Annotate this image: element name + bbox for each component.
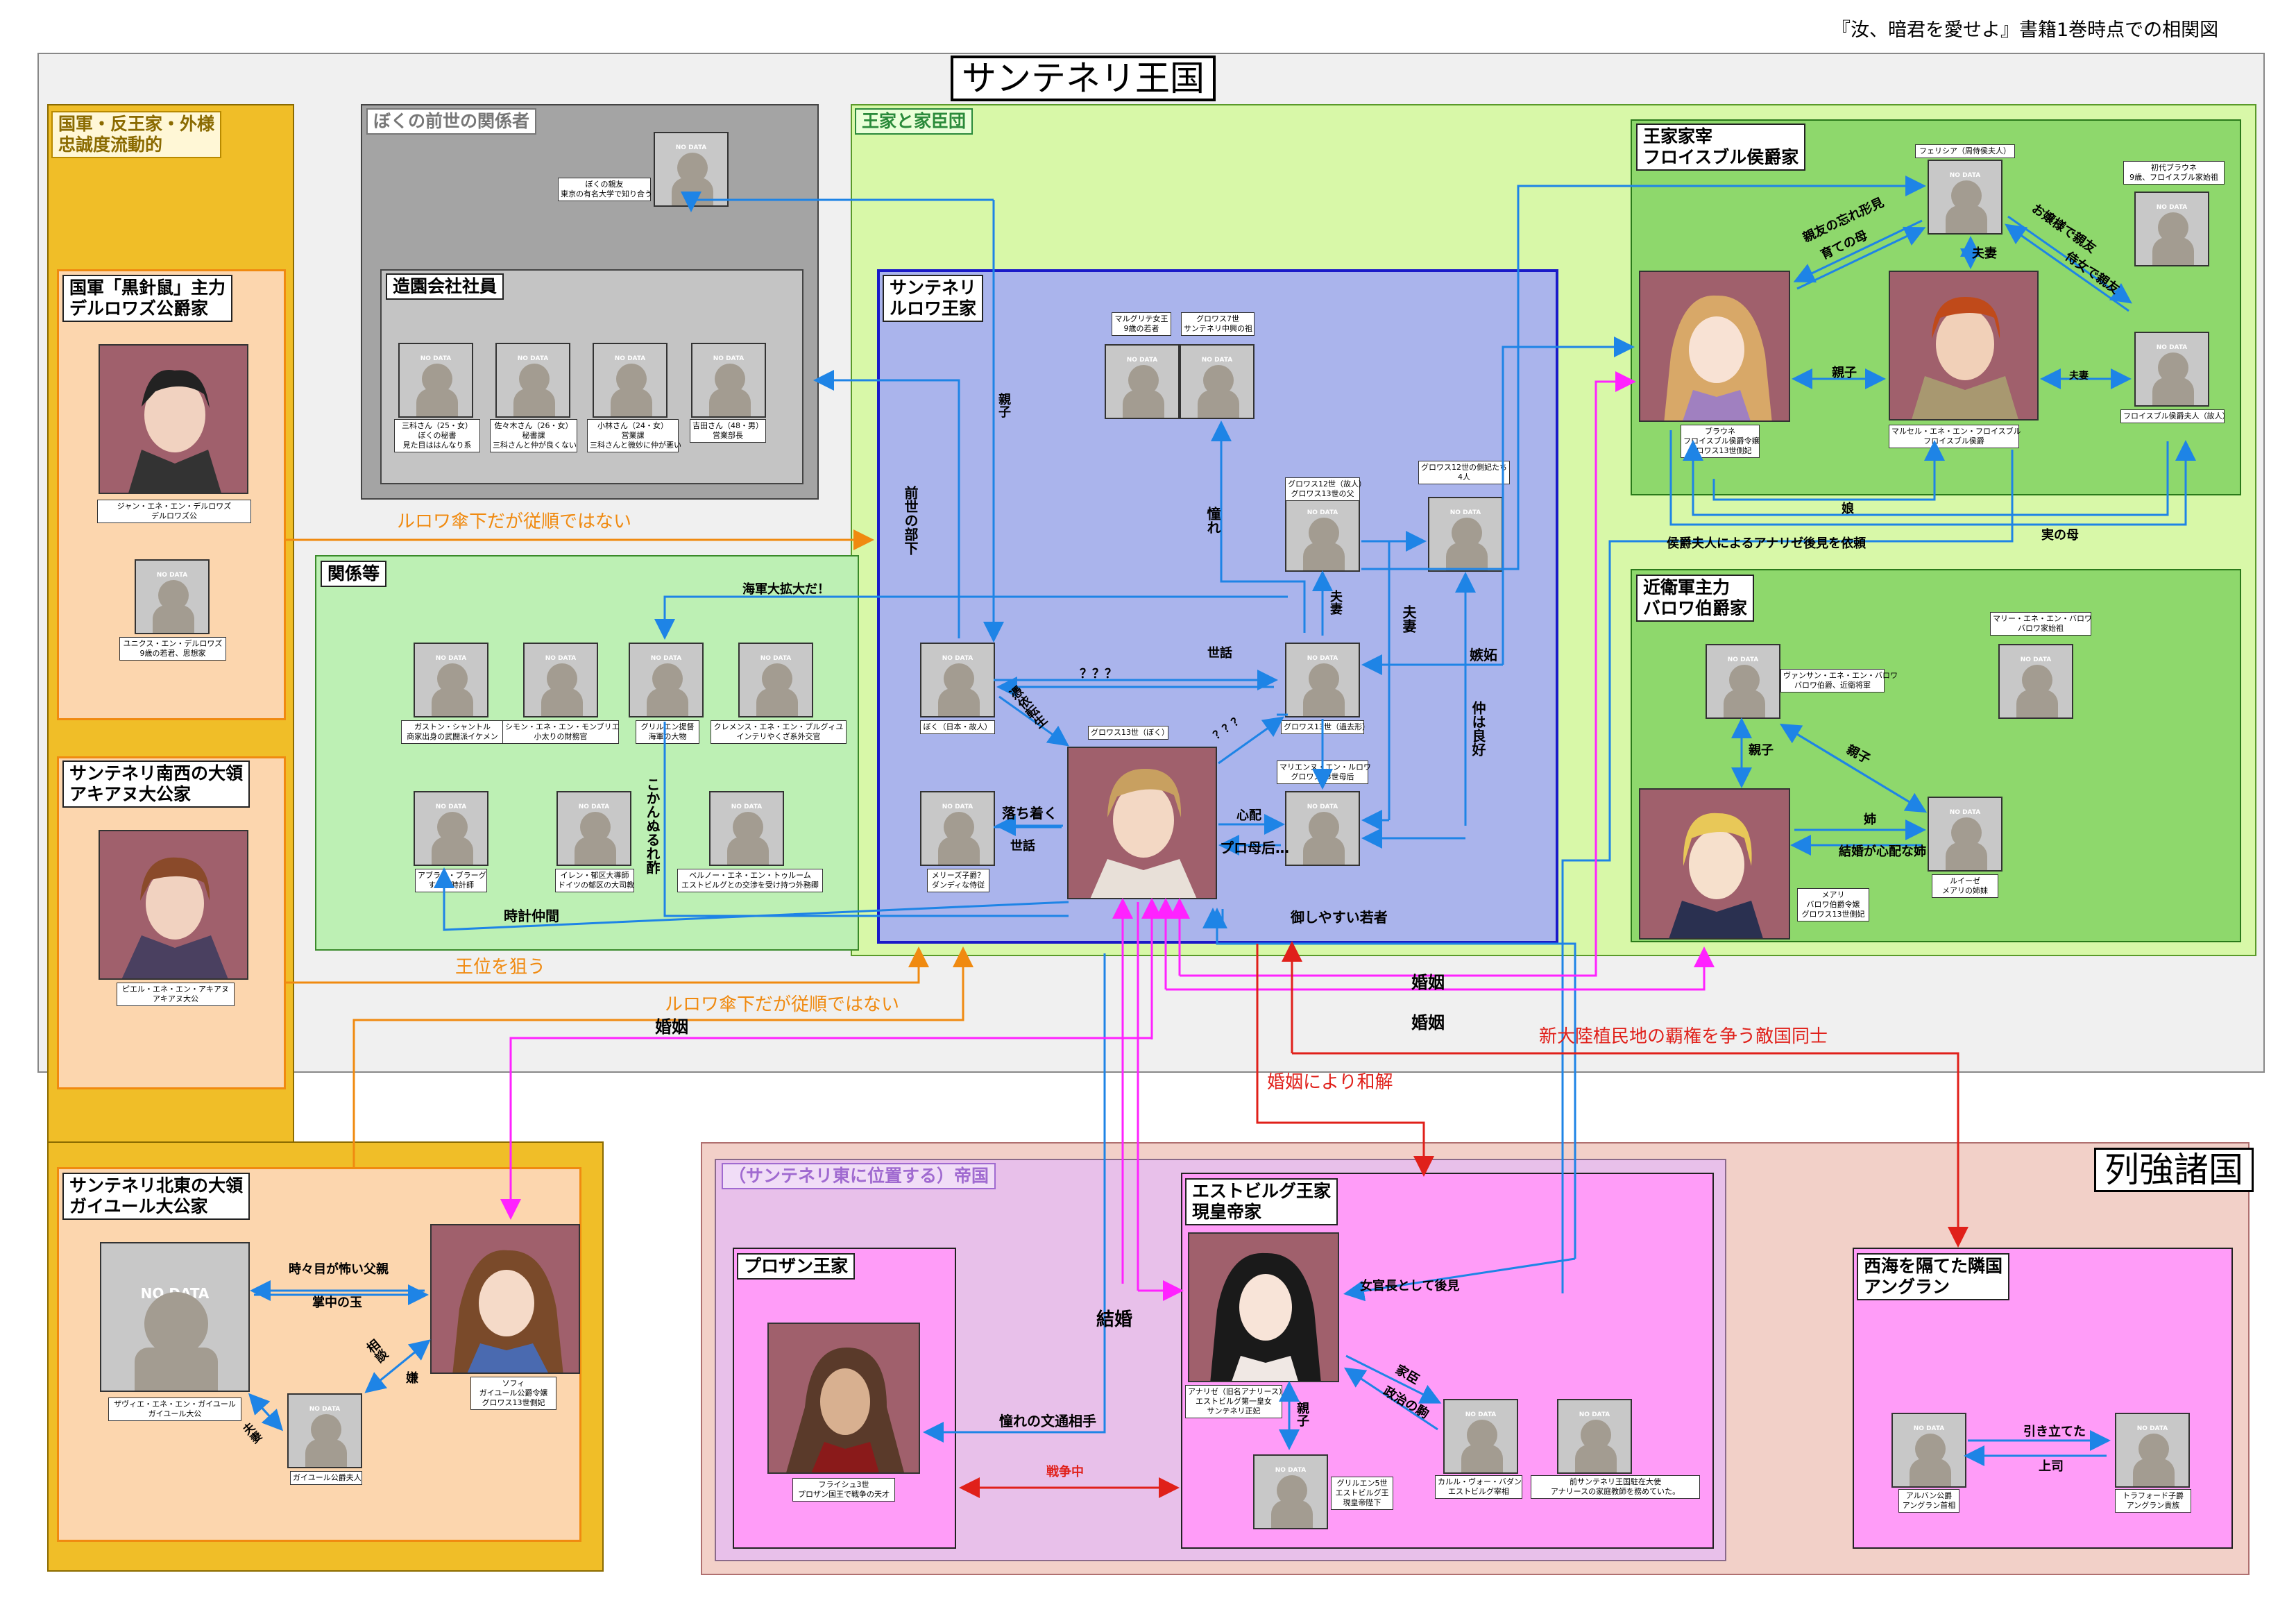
rel-husband-wife-2: 夫妻 (1400, 605, 1417, 633)
rel-at-war: 戦争中 (1046, 1465, 1084, 1479)
rel-marriage-3: 婚姻 (1411, 1013, 1445, 1033)
rel-admire: 憧れ (1205, 507, 1221, 534)
rel-requests: 侯爵夫人によるアナリゼ後見を依頼 (1667, 536, 1866, 551)
rel-parent-b1: 親子 (1749, 743, 1774, 758)
rel-aim-throne: 王位を狙う (455, 957, 546, 978)
rel-boss: 上司 (2039, 1459, 2064, 1474)
rel-vassal-b: 嫌 (404, 1371, 418, 1384)
rel-easy-youth: 御しやすい若者 (1291, 909, 1388, 926)
rel-parent-e: 親子 (1295, 1402, 1309, 1427)
rel-kanvuare: こかんぬるれ酢 (644, 777, 661, 874)
rel-parent-child-fr: 親子 (1832, 366, 1857, 380)
rel-rival: 新大陸植民地の覇権を争う敵国同士 (1539, 1026, 1828, 1047)
rel-navy: 海軍大拡大だ！ (742, 582, 830, 597)
rel-calm: 落ち着く (1002, 805, 1057, 822)
rel-past-subordinate: 前世の部下 (902, 486, 919, 555)
rel-reconcile: 婚姻により和解 (1267, 1072, 1393, 1093)
rel-rurowa-not-obedient-1: ルロワ傘下だが従順ではない (397, 511, 632, 532)
rel-true-mother: 実の母 (2041, 528, 2079, 543)
rel-promote: 引き立てた (2023, 1425, 2086, 1439)
rel-couple: 夫妻 (2069, 371, 2089, 382)
rel-care-2: 世話 (1010, 839, 1035, 853)
rel-lady-guard: 女官長として後見 (1360, 1279, 1460, 1293)
rel-jealous: 嫉妬 (1470, 647, 1497, 663)
rel-husband-wife: 夫妻 (1328, 590, 1343, 615)
relationship-chart: 『汝、暗君を愛せよ』書籍1巻時点での相関図 国軍・反王家・外様 忠誠度流動的 サ… (0, 0, 2296, 1623)
rel-rurowa-not-obedient-2: ルロワ傘下だが従順ではない (665, 994, 900, 1015)
rel-scary-father: 時々目が怖い父親 (289, 1262, 389, 1277)
rel-spouse: 夫妻 (1972, 246, 1997, 261)
rel-marriage-2: 婚姻 (1411, 973, 1445, 992)
rel-clock-friend: 時計仲間 (504, 908, 559, 924)
rel-marriage-1: 婚姻 (655, 1017, 688, 1037)
rel-worried-sister: 結婚が心配な姉 (1839, 844, 1926, 859)
rel-care: 世話 (1207, 646, 1232, 661)
rel-admired-partner: 憧れの文通相手 (999, 1413, 1096, 1429)
rel-treasure: 掌中の玉 (312, 1295, 362, 1310)
rel-mother-pro: プロ母后… (1220, 840, 1289, 856)
rel-parent-child: 親子 (996, 393, 1011, 418)
rel-daughter: 娘 (1842, 502, 1854, 516)
rel-worry: 心配 (1236, 808, 1261, 823)
rel-sister: 姉 (1864, 813, 1876, 827)
rel-marriage-kanji: 結婚 (1096, 1309, 1133, 1330)
relation-arrows (248, 176, 2196, 1498)
rel-qqq-1: ？？？ (1080, 667, 1117, 681)
rel-get-along: 仲は良好 (1470, 701, 1486, 756)
